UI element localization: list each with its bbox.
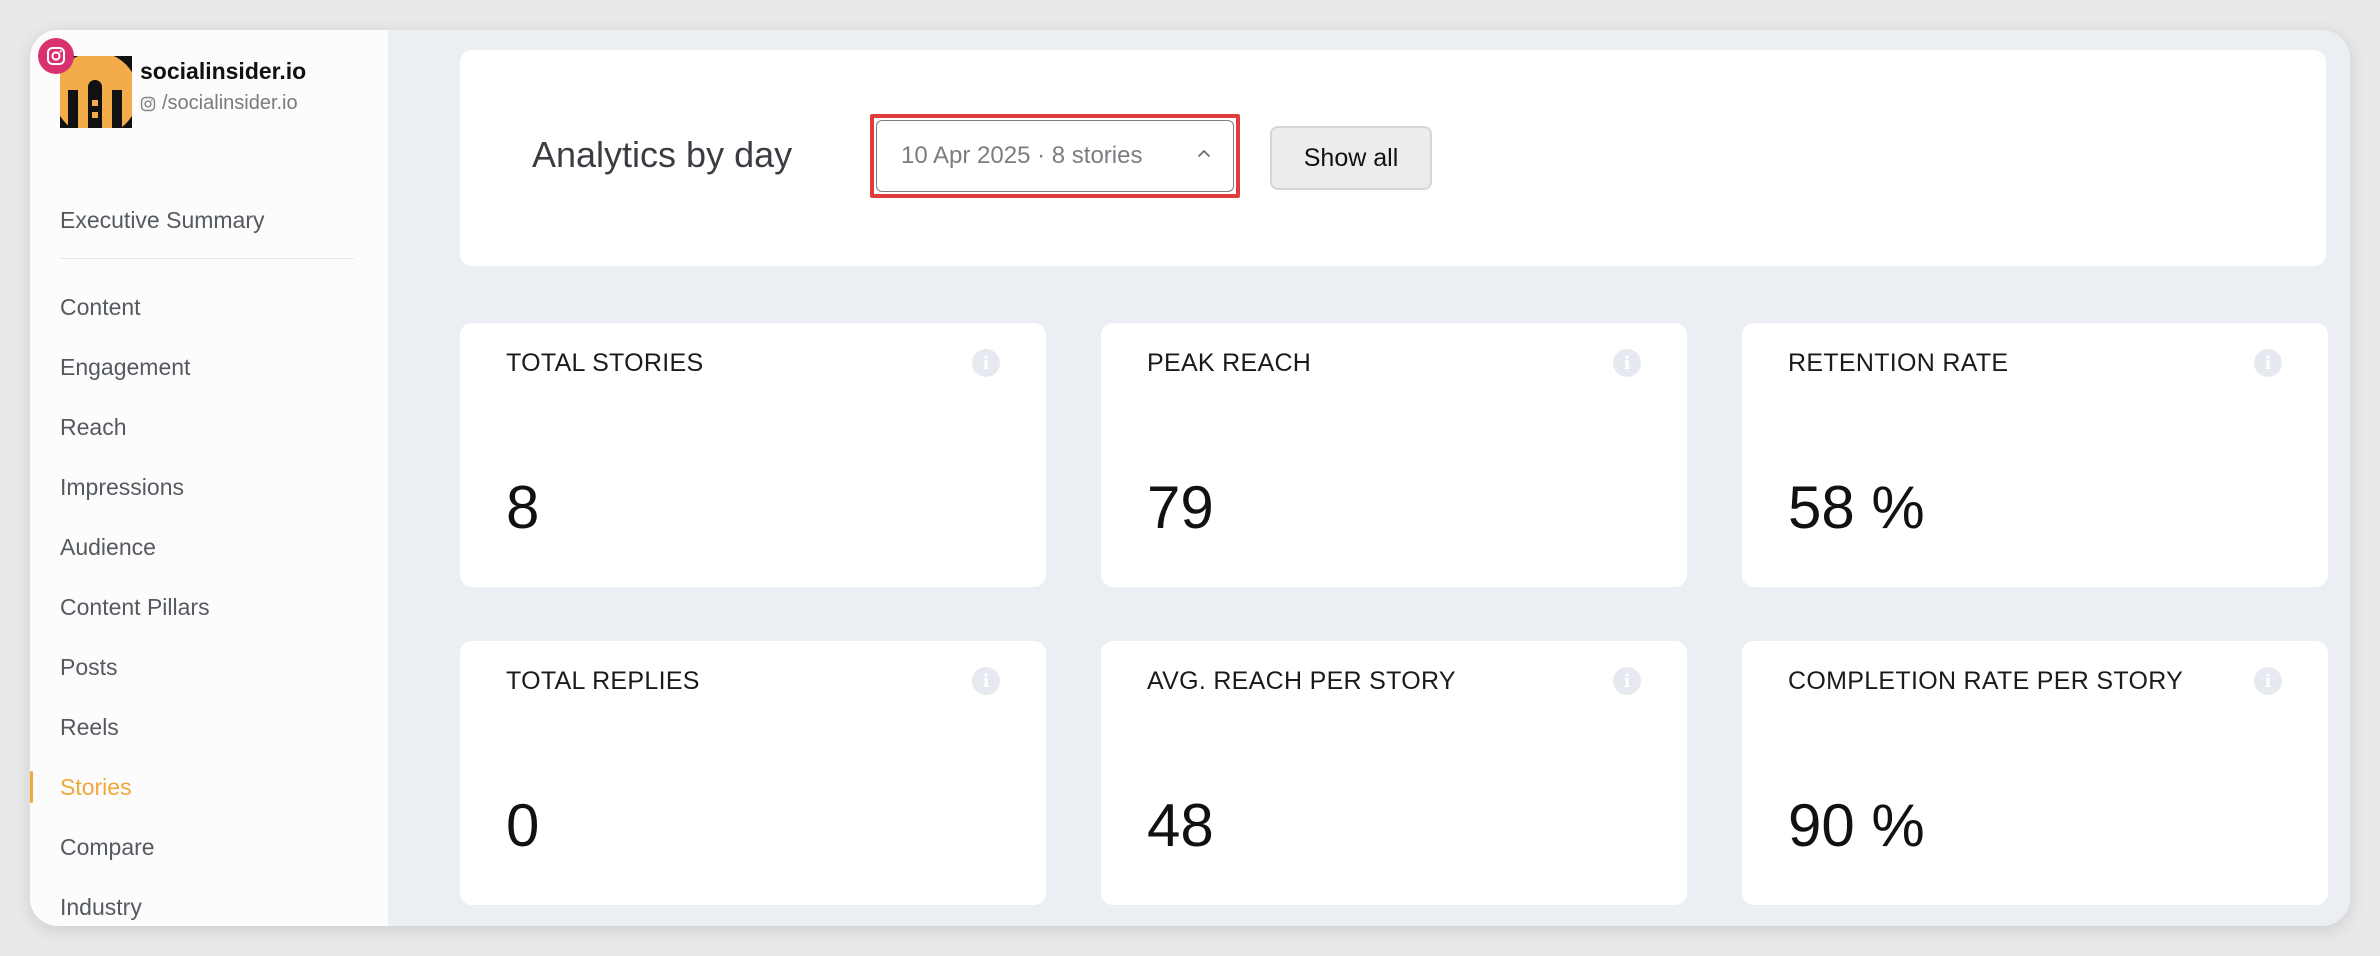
- metric-label: TOTAL REPLIES: [506, 667, 700, 695]
- sidebar-item-reach[interactable]: Reach: [30, 397, 388, 457]
- info-icon[interactable]: i: [1613, 349, 1641, 377]
- metric-card-completion-rate-per-story: COMPLETION RATE PER STORY i 90 %: [1742, 641, 2328, 905]
- sidebar-item-engagement[interactable]: Engagement: [30, 337, 388, 397]
- main-content: Analytics by day 10 Apr 2025 · 8 stories…: [388, 30, 2350, 926]
- sidebar: socialinsider.io /socialinsider.io Execu…: [30, 30, 388, 926]
- profile-handle-text: /socialinsider.io: [162, 92, 298, 114]
- metric-value: 90 %: [1788, 792, 1925, 859]
- sidebar-item-impressions[interactable]: Impressions: [30, 457, 388, 517]
- info-icon[interactable]: i: [2254, 667, 2282, 695]
- info-icon[interactable]: i: [972, 349, 1000, 377]
- show-all-button[interactable]: Show all: [1270, 126, 1432, 190]
- sidebar-item-compare[interactable]: Compare: [30, 817, 388, 877]
- info-icon[interactable]: i: [972, 667, 1000, 695]
- metric-card-total-replies: TOTAL REPLIES i 0: [460, 641, 1046, 905]
- sidebar-item-content[interactable]: Content: [30, 277, 388, 337]
- profile-handle: /socialinsider.io: [140, 92, 298, 115]
- metric-label: TOTAL STORIES: [506, 349, 704, 377]
- sidebar-item-reels[interactable]: Reels: [30, 697, 388, 757]
- page-title: Analytics by day: [532, 134, 793, 175]
- sidebar-item-posts[interactable]: Posts: [30, 637, 388, 697]
- profile-name: socialinsider.io: [140, 58, 307, 84]
- metric-card-avg-reach-per-story: AVG. REACH PER STORY i 48: [1101, 641, 1687, 905]
- date-select-dropdown[interactable]: 10 Apr 2025 · 8 stories: [876, 120, 1234, 192]
- sidebar-item-industry[interactable]: Industry: [30, 877, 388, 926]
- metric-value: 8: [506, 474, 540, 541]
- info-icon[interactable]: i: [1613, 667, 1641, 695]
- instagram-badge-icon: [38, 38, 74, 74]
- metric-label: PEAK REACH: [1147, 349, 1312, 377]
- metric-value: 58 %: [1788, 474, 1925, 541]
- metric-value: 0: [506, 792, 540, 859]
- sidebar-item-audience[interactable]: Audience: [30, 517, 388, 577]
- chevron-up-icon: [1198, 150, 1210, 157]
- sidebar-item-stories[interactable]: Stories: [30, 757, 388, 817]
- metric-value: 79: [1147, 474, 1214, 541]
- metric-card-peak-reach: PEAK REACH i 79: [1101, 323, 1687, 587]
- metric-label: COMPLETION RATE PER STORY: [1788, 667, 2184, 695]
- sidebar-item-content-pillars[interactable]: Content Pillars: [30, 577, 388, 637]
- profile-header[interactable]: socialinsider.io /socialinsider.io: [38, 38, 360, 136]
- info-icon[interactable]: i: [2254, 349, 2282, 377]
- date-select-value: 10 Apr 2025 · 8 stories: [901, 142, 1143, 169]
- analytics-header-card: Analytics by day 10 Apr 2025 · 8 stories…: [460, 50, 2326, 266]
- avatar: [60, 56, 132, 128]
- metric-label: AVG. REACH PER STORY: [1147, 667, 1456, 695]
- sidebar-nav: Executive Summary Content Engagement Rea…: [30, 190, 388, 926]
- app-window: socialinsider.io /socialinsider.io Execu…: [30, 30, 2350, 926]
- metric-card-retention-rate: RETENTION RATE i 58 %: [1742, 323, 2328, 587]
- metric-card-total-stories: TOTAL STORIES i 8: [460, 323, 1046, 587]
- sidebar-item-executive-summary[interactable]: Executive Summary: [30, 190, 388, 250]
- metric-value: 48: [1147, 792, 1214, 859]
- instagram-icon: [140, 96, 156, 111]
- sidebar-divider: [60, 258, 354, 259]
- metric-label: RETENTION RATE: [1788, 349, 2009, 377]
